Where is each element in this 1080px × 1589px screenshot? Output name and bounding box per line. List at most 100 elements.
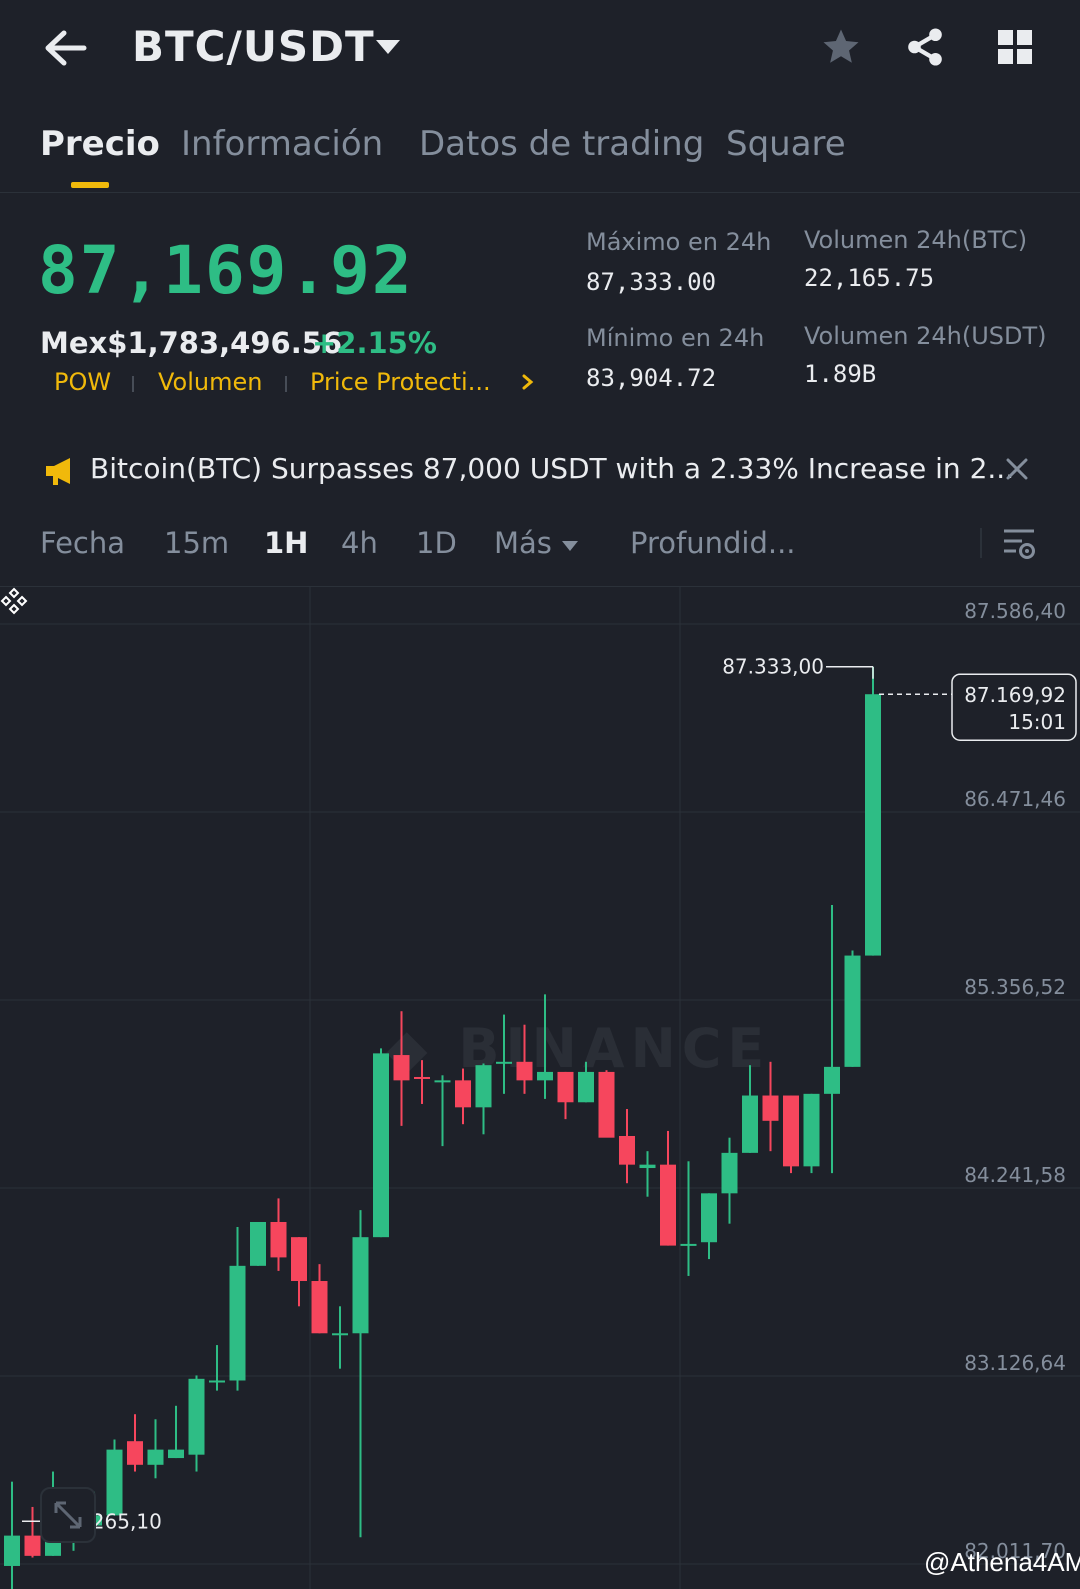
news-banner[interactable]: Bitcoin(BTC) Surpasses 87,000 USDT with … (40, 448, 1040, 494)
chart-canvas[interactable]: 87.586,40 86.471,46 85.356,52 84.241,58 83.1… (0, 587, 1080, 1589)
top-bar: BTC/USDT (0, 0, 1080, 100)
arrow-left-icon[interactable] (42, 28, 88, 68)
candle-body-up (865, 694, 881, 956)
active-tab-indicator (71, 182, 109, 188)
grid-icon[interactable] (996, 28, 1034, 66)
candle-countdown: 15:01 (1008, 710, 1066, 734)
candle-body-up (250, 1221, 266, 1266)
candle-body-down (291, 1237, 307, 1282)
low-24h-label: Mínimo en 24h (586, 324, 765, 352)
last-price-label: 87.169,92 (964, 683, 1066, 707)
chevron-right-icon[interactable] (520, 370, 536, 394)
change-percent: +2.15% (312, 326, 437, 360)
interval-mas[interactable]: Más (494, 526, 552, 560)
candle-body-up (434, 1080, 451, 1083)
expand-icon[interactable] (40, 1487, 96, 1543)
interval-1h[interactable]: 1H (264, 526, 308, 560)
candle-body-up (106, 1449, 123, 1516)
candle-body-down (393, 1055, 410, 1081)
interval-fecha[interactable]: Fecha (40, 526, 125, 560)
volume-btc-label: Volumen 24h(BTC) (804, 226, 1028, 254)
candle-body-up (639, 1164, 656, 1169)
share-icon[interactable] (904, 26, 946, 68)
candle-body-up (742, 1095, 758, 1153)
tag-price-protection[interactable]: Price Protecti... (310, 368, 491, 396)
tag-divider (132, 376, 134, 392)
tag-volumen[interactable]: Volumen (158, 368, 262, 396)
tag-pow[interactable]: POW (54, 368, 111, 396)
candle-body-down (270, 1221, 287, 1258)
candlestick-chart[interactable]: ◆ BINANCE 87.586,40 86.471,46 85.356,52 84.… (0, 586, 1080, 1589)
volume-usdt-label: Volumen 24h(USDT) (804, 322, 1047, 350)
candle-body-up (803, 1093, 820, 1167)
section-tabs: Precio Información Datos de trading Squa… (40, 118, 1040, 192)
star-icon[interactable] (820, 26, 862, 68)
candle-body-down (619, 1135, 635, 1165)
low-24h-value: 83,904.72 (586, 364, 717, 392)
candle-body-down (598, 1071, 615, 1138)
candle-body-up (229, 1265, 246, 1381)
interval-profundidad[interactable]: Profundid... (630, 526, 796, 560)
candle-body-up (352, 1237, 369, 1334)
fiat-price: Mex$1,783,496.56 (40, 326, 343, 360)
tab-precio[interactable]: Precio (40, 124, 160, 164)
tab-datos-trading[interactable]: Datos de trading (419, 124, 704, 164)
candle-body-up (496, 1061, 512, 1064)
caret-down-icon[interactable] (561, 540, 579, 552)
candle-body-up (578, 1071, 594, 1103)
candle-body-up (537, 1071, 553, 1081)
tab-square[interactable]: Square (726, 124, 846, 164)
tabs-divider (0, 192, 1080, 193)
interval-divider (980, 528, 982, 558)
pair-title[interactable]: BTC/USDT (132, 22, 375, 71)
close-icon[interactable] (1004, 456, 1030, 482)
volume-btc-value: 22,165.75 (804, 264, 935, 292)
candle-body-down (127, 1441, 143, 1465)
candle-body-up (332, 1333, 348, 1336)
interval-1d[interactable]: 1D (416, 526, 457, 560)
candle-body-up (373, 1053, 389, 1238)
interval-bar: Fecha 15m 1H 4h 1D Más Profundid... (0, 522, 1080, 568)
candle-body-down (516, 1061, 533, 1081)
interval-4h[interactable]: 4h (341, 526, 378, 560)
candle-body-up (147, 1449, 164, 1465)
high-24h-label: Máximo en 24h (586, 228, 772, 256)
y-axis-tick-label: 87.586,40 (964, 599, 1066, 623)
candle-body-down (455, 1080, 471, 1108)
candle-body-down (414, 1076, 430, 1079)
high-marker-label: 87.333,00 (722, 655, 824, 679)
tab-informacion[interactable]: Información (181, 124, 383, 164)
candle-body-up (188, 1378, 205, 1455)
author-credit: @Athena4AM (924, 1547, 1080, 1577)
volume-usdt-value: 1.89B (804, 360, 877, 388)
tag-row: POW Volumen Price Protecti... (54, 368, 554, 402)
last-price: 87,169.92 (38, 232, 414, 309)
candle-body-down (24, 1535, 41, 1556)
caret-down-icon[interactable] (375, 38, 401, 56)
candle-body-down (557, 1071, 574, 1103)
binance-logo-icon (0, 587, 28, 615)
candle-body-down (762, 1095, 779, 1121)
candle-body-up (209, 1380, 225, 1383)
y-axis-tick-label: 86.471,46 (964, 787, 1066, 811)
news-headline[interactable]: Bitcoin(BTC) Surpasses 87,000 USDT with … (90, 452, 1014, 485)
megaphone-icon (46, 458, 70, 485)
high-24h-value: 87,333.00 (586, 268, 717, 296)
candle-body-down (660, 1164, 676, 1246)
candle-body-up (475, 1065, 492, 1108)
candle-body-up (680, 1243, 697, 1246)
candle-body-up (824, 1066, 840, 1094)
y-axis-tick-label: 83.126,64 (964, 1351, 1066, 1375)
y-axis-tick-label: 85.356,52 (964, 975, 1066, 999)
candle-body-up (701, 1193, 717, 1243)
candle-body-up (721, 1152, 738, 1194)
tag-divider (285, 376, 287, 392)
candle-body-down (311, 1281, 328, 1334)
chart-settings-icon[interactable] (1002, 526, 1038, 562)
candle-body-up (4, 1535, 20, 1566)
interval-15m[interactable]: 15m (164, 526, 229, 560)
y-axis-tick-label: 84.241,58 (964, 1163, 1066, 1187)
candle-body-up (168, 1449, 184, 1459)
candle-body-down (783, 1095, 799, 1167)
expand-arrows-icon (54, 1501, 82, 1529)
